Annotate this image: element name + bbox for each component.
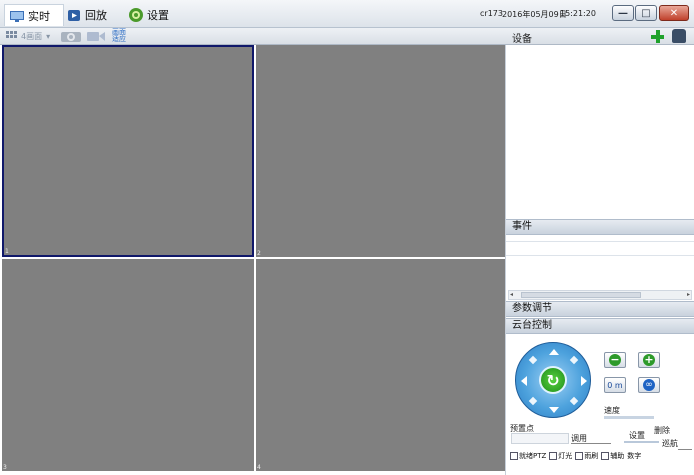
device-list[interactable]: [506, 45, 694, 219]
record-button[interactable]: [86, 30, 106, 43]
ptz-direction-wheel[interactable]: ↻: [515, 342, 591, 418]
ptz-section-header[interactable]: 云台控制: [506, 318, 694, 334]
plus-icon: +: [643, 353, 655, 366]
tab-settings[interactable]: 设置: [128, 4, 169, 26]
current-date: 2016年05月09日: [502, 10, 567, 19]
event-list[interactable]: [506, 235, 694, 290]
event-section-header[interactable]: 事件: [506, 219, 694, 235]
title-bar: 实时 回放 设置 cr173 2016年05月09日 15:21:20 — □ …: [0, 0, 694, 28]
infinity-icon: ∞: [643, 379, 655, 391]
layout-label: 4画面: [21, 32, 43, 41]
fit-label-bottom: 适应: [112, 35, 126, 43]
current-time: 15:21:20: [560, 9, 596, 18]
gear-icon: [128, 7, 144, 23]
arrow-right-icon[interactable]: [581, 376, 587, 386]
scroll-thumb[interactable]: [521, 292, 641, 298]
arrow-up-left-icon[interactable]: [528, 355, 538, 365]
divider: [506, 255, 694, 256]
refresh-icon[interactable]: ↻: [539, 366, 567, 394]
video-pane-4[interactable]: 4: [256, 259, 505, 471]
video-pane-1[interactable]: 1: [2, 45, 254, 257]
ptz-option-label: 就绪PTZ: [519, 452, 547, 460]
right-panel: 事件 ◂ ▸ 参数调节 云台控制 ↻ − + 0 m ∞ 速度 预置点 调用 设…: [505, 45, 694, 475]
checkbox[interactable]: [549, 452, 558, 460]
divider: [506, 241, 694, 242]
arrow-up-right-icon[interactable]: [569, 355, 579, 365]
params-section-header[interactable]: 参数调节: [506, 301, 694, 317]
divider: [571, 443, 611, 444]
ptz-option-label: 辅助: [610, 452, 625, 460]
toolbar: 4画面 ▾ 画面 适应 设备: [0, 28, 694, 45]
preset-delete-button[interactable]: 删除: [654, 425, 670, 436]
preset-set-button[interactable]: 设置: [629, 430, 645, 441]
device-header: 设备: [512, 34, 532, 45]
playback-icon: [66, 7, 82, 23]
video-pane-2[interactable]: 2: [256, 45, 505, 257]
camera-icon: [60, 29, 82, 44]
cruise-button[interactable]: 巡航: [662, 438, 678, 449]
arrow-up-icon[interactable]: [549, 349, 559, 355]
ptz-option-label: 雨刷: [584, 452, 599, 460]
arrow-down-right-icon[interactable]: [569, 396, 579, 406]
zoom-out-button[interactable]: −: [604, 352, 626, 368]
scroll-right-icon[interactable]: ▸: [687, 291, 690, 298]
scroll-left-icon[interactable]: ◂: [510, 291, 513, 298]
divider: [624, 441, 659, 443]
plus-icon[interactable]: [651, 30, 664, 43]
video-pane-3[interactable]: 3: [2, 259, 254, 471]
maximize-button[interactable]: □: [635, 5, 657, 21]
tab-playback[interactable]: 回放: [66, 4, 107, 26]
checkbox[interactable]: [601, 452, 610, 460]
pane-number: 3: [3, 464, 7, 471]
arrow-left-icon[interactable]: [521, 376, 527, 386]
ptz-options-row: 就绪PTZ 灯光 雨刷 辅助 数字: [510, 450, 694, 462]
lock-icon[interactable]: [672, 29, 686, 43]
current-user: cr173: [480, 9, 503, 18]
fit-screen-button[interactable]: 画面 适应: [112, 29, 126, 43]
video-record-icon: [86, 30, 106, 44]
zoom-in-button[interactable]: +: [638, 352, 660, 368]
iris-button[interactable]: ∞: [638, 377, 660, 393]
focus-button[interactable]: 0 m: [604, 377, 626, 393]
monitor-icon: [9, 8, 25, 24]
close-button[interactable]: ✕: [659, 5, 689, 21]
preset-input[interactable]: [511, 433, 569, 444]
tab-playback-label: 回放: [85, 9, 107, 22]
chevron-down-icon: ▾: [46, 32, 51, 41]
pane-number: 2: [257, 250, 261, 257]
focus-label: 0 m: [607, 380, 623, 390]
tab-settings-label: 设置: [147, 9, 169, 22]
ptz-option-label: 数字: [627, 452, 642, 460]
speed-slider[interactable]: [604, 416, 654, 419]
ptz-option-label: 灯光: [558, 452, 573, 460]
grid-layout-icon: [6, 30, 18, 43]
arrow-down-left-icon[interactable]: [528, 396, 538, 406]
arrow-down-icon[interactable]: [549, 407, 559, 413]
snapshot-button[interactable]: [60, 30, 82, 43]
pane-number: 1: [5, 248, 9, 255]
minimize-button[interactable]: —: [612, 5, 634, 21]
video-grid: 1 2 3 4: [2, 45, 505, 471]
checkbox[interactable]: [575, 452, 584, 460]
layout-selector[interactable]: 4画面 ▾: [6, 30, 50, 43]
pane-number: 4: [257, 464, 261, 471]
checkbox[interactable]: [510, 452, 518, 460]
tab-live-label: 实时: [28, 9, 50, 23]
speed-label: 速度: [604, 406, 620, 415]
tab-live[interactable]: 实时: [4, 4, 64, 26]
minus-icon: −: [609, 353, 621, 366]
horizontal-scrollbar[interactable]: ◂ ▸: [508, 290, 692, 300]
